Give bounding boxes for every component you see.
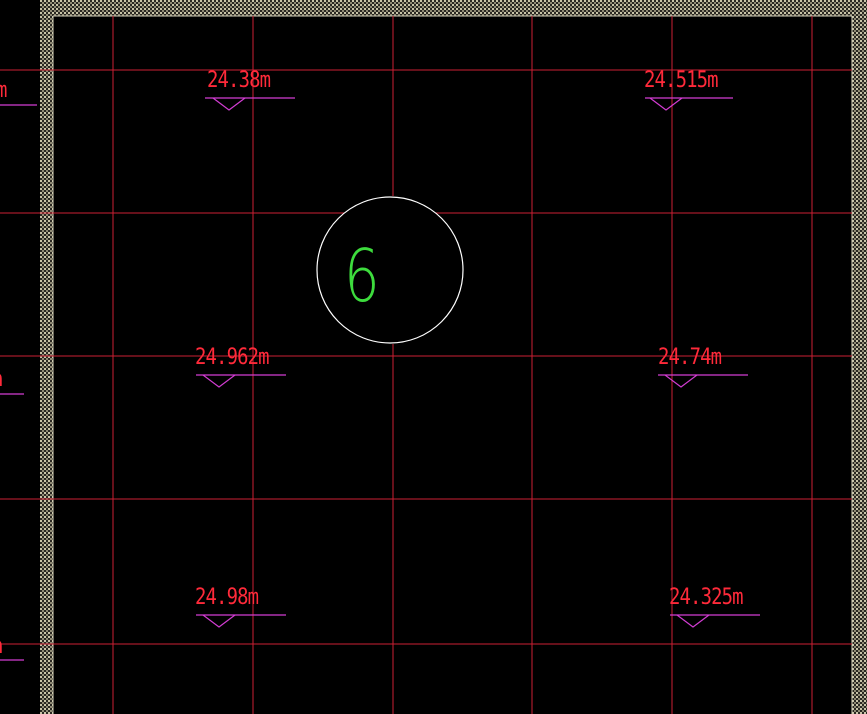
elevation-label-5[interactable]: 24.98m — [195, 587, 259, 609]
elevation-marker-6 — [670, 614, 760, 628]
edge-fragment-1: m — [0, 80, 7, 102]
grid-bubble-number: 6 — [344, 234, 380, 318]
edge-fragment-3: n — [0, 636, 3, 658]
elevation-label-4[interactable]: 24.74m — [658, 347, 722, 369]
elevation-label-3[interactable]: 24.962m — [195, 347, 270, 369]
grid-bubble-circle[interactable] — [316, 196, 464, 344]
elevation-label-2[interactable]: 24.515m — [644, 70, 719, 92]
elevation-marker-3 — [196, 374, 286, 388]
elevation-marker-5 — [196, 614, 286, 628]
cad-viewport[interactable]: 6 24.38m 24.515m 24.962m 24.74m 24.98m 2… — [0, 0, 867, 714]
elevation-markers — [0, 97, 760, 661]
elevation-label-6[interactable]: 24.325m — [669, 587, 744, 609]
edge-marker-lines — [0, 104, 37, 661]
elevation-marker-1 — [205, 97, 295, 111]
elevation-label-1[interactable]: 24.38m — [207, 70, 271, 92]
edge-fragment-2: n — [0, 369, 3, 391]
elevation-marker-2 — [645, 97, 733, 111]
